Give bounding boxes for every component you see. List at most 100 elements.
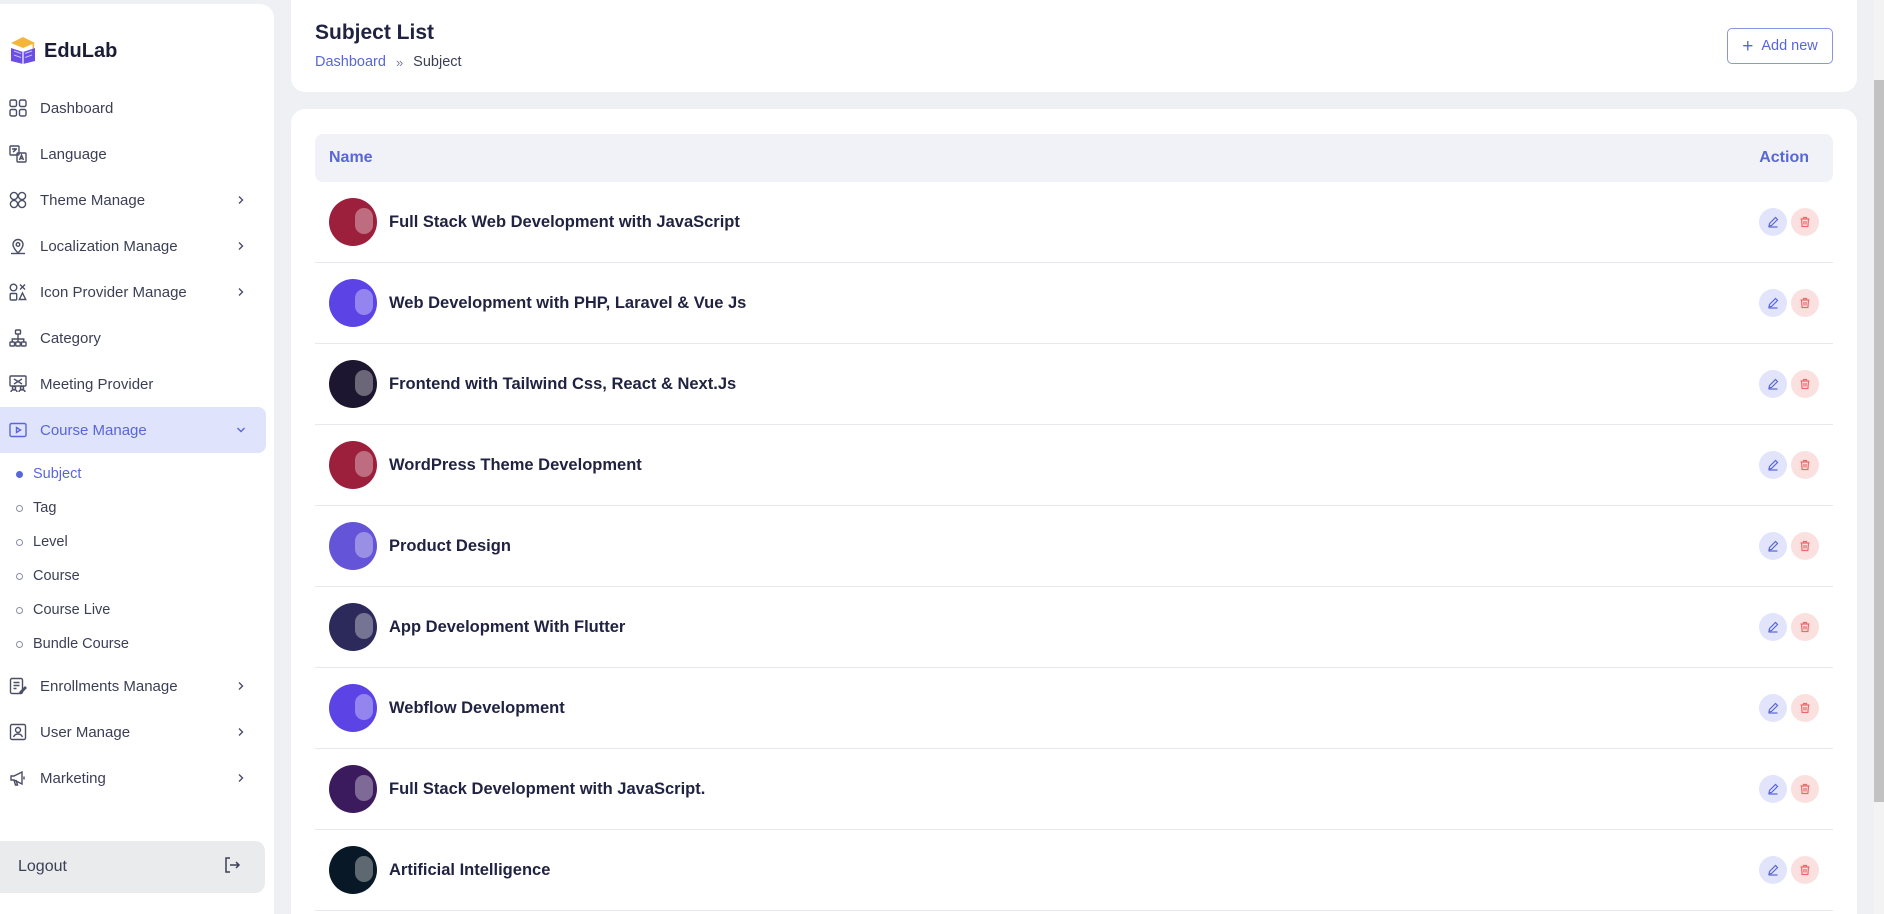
- delete-button[interactable]: [1791, 532, 1819, 560]
- submenu-item-level[interactable]: Level: [0, 525, 266, 559]
- app-logo[interactable]: EduLab: [8, 34, 117, 68]
- graduation-cap-book-icon: [8, 34, 38, 69]
- icon-provider-icon: [8, 282, 28, 302]
- trash-icon: [1800, 459, 1810, 471]
- sidebar-item-course-manage[interactable]: Course Manage: [0, 407, 266, 453]
- chevron-right-icon: [234, 239, 248, 253]
- row-actions: [1759, 694, 1819, 722]
- trash-icon: [1800, 216, 1810, 228]
- sidebar-item-label: User Manage: [40, 723, 131, 741]
- enrollments-icon: [8, 676, 28, 696]
- add-new-button[interactable]: + Add new: [1727, 28, 1833, 64]
- bullet-icon: [16, 504, 23, 512]
- course-icon: [8, 420, 28, 440]
- sidebar-item-user-manage[interactable]: User Manage: [0, 709, 266, 755]
- page-title: Subject List: [315, 21, 435, 44]
- subject-thumbnail: [329, 279, 377, 327]
- breadcrumb-dashboard-link[interactable]: Dashboard: [315, 54, 386, 70]
- delete-button[interactable]: [1791, 289, 1819, 317]
- chevron-right-icon: [234, 771, 248, 785]
- submenu-item-label: Bundle Course: [33, 636, 129, 652]
- delete-button[interactable]: [1791, 775, 1819, 803]
- scrollbar-thumb[interactable]: [1874, 80, 1884, 802]
- edit-button[interactable]: [1759, 208, 1787, 236]
- sidebar-item-localization-manage[interactable]: Localization Manage: [0, 223, 266, 269]
- pencil-icon: [1768, 459, 1779, 471]
- row-actions: [1759, 289, 1819, 317]
- sidebar-item-marketing[interactable]: Marketing: [0, 755, 266, 801]
- table-row: Full Stack Development with JavaScript.: [315, 749, 1833, 830]
- table-row: App Development With Flutter: [315, 587, 1833, 668]
- sidebar-item-dashboard[interactable]: Dashboard: [0, 85, 266, 131]
- trash-icon: [1800, 783, 1810, 795]
- delete-button[interactable]: [1791, 208, 1819, 236]
- user-icon: [8, 722, 28, 742]
- sidebar-item-label: Language: [40, 145, 107, 163]
- language-icon: [8, 144, 28, 164]
- subject-name: App Development With Flutter: [389, 617, 626, 636]
- row-actions: [1759, 775, 1819, 803]
- breadcrumb-separator: »: [395, 54, 404, 70]
- sidebar-item-meeting-provider[interactable]: Meeting Provider: [0, 361, 266, 407]
- trash-icon: [1800, 621, 1810, 633]
- delete-button[interactable]: [1791, 451, 1819, 479]
- sidebar-item-label: Enrollments Manage: [40, 677, 178, 695]
- page-header: Subject List Dashboard » Subject + Add n…: [291, 0, 1857, 92]
- subject-thumbnail: [329, 522, 377, 570]
- edit-button[interactable]: [1759, 451, 1787, 479]
- submenu-item-subject[interactable]: Subject: [0, 457, 266, 491]
- breadcrumb-current: Subject: [413, 54, 462, 70]
- subject-name: Artificial Intelligence: [389, 860, 551, 879]
- submenu-item-course[interactable]: Course: [0, 559, 266, 593]
- trash-icon: [1800, 540, 1810, 552]
- course-manage-submenu: Subject Tag Level Course Course Live Bun…: [0, 453, 266, 661]
- edit-button[interactable]: [1759, 775, 1787, 803]
- bullet-icon: [16, 640, 23, 648]
- subject-name: WordPress Theme Development: [389, 455, 642, 474]
- pencil-icon: [1768, 378, 1779, 390]
- subject-thumbnail: [329, 360, 377, 408]
- edit-button[interactable]: [1759, 856, 1787, 884]
- sidebar-item-language[interactable]: Language: [0, 131, 266, 177]
- delete-button[interactable]: [1791, 370, 1819, 398]
- logout-button[interactable]: Logout: [0, 841, 265, 893]
- delete-button[interactable]: [1791, 856, 1819, 884]
- edit-button[interactable]: [1759, 370, 1787, 398]
- sidebar-item-label: Dashboard: [40, 99, 114, 117]
- sidebar-item-category[interactable]: Category: [0, 315, 266, 361]
- sidebar-nav: Dashboard Language Theme Manage Localiza…: [0, 85, 266, 801]
- submenu-item-label: Course Live: [33, 602, 111, 618]
- sidebar-item-label: Meeting Provider: [40, 375, 154, 393]
- plus-icon: +: [1742, 35, 1754, 57]
- submenu-item-tag[interactable]: Tag: [0, 491, 266, 525]
- submenu-item-bundle-course[interactable]: Bundle Course: [0, 627, 266, 661]
- edit-button[interactable]: [1759, 694, 1787, 722]
- row-actions: [1759, 532, 1819, 560]
- sidebar-item-icon-provider-manage[interactable]: Icon Provider Manage: [0, 269, 266, 315]
- delete-button[interactable]: [1791, 613, 1819, 641]
- sidebar-item-theme-manage[interactable]: Theme Manage: [0, 177, 266, 223]
- subject-thumbnail: [329, 684, 377, 732]
- sidebar-item-label: Marketing: [40, 769, 106, 787]
- edit-button[interactable]: [1759, 613, 1787, 641]
- theme-icon: [8, 190, 28, 210]
- pencil-icon: [1768, 540, 1779, 552]
- bullet-icon: [16, 606, 23, 614]
- subject-list-card: Name Action Full Stack Web Development w…: [291, 109, 1857, 914]
- submenu-item-label: Level: [33, 534, 68, 550]
- delete-button[interactable]: [1791, 694, 1819, 722]
- submenu-item-label: Subject: [33, 466, 82, 482]
- edit-button[interactable]: [1759, 532, 1787, 560]
- submenu-item-course-live[interactable]: Course Live: [0, 593, 266, 627]
- bullet-icon: [16, 470, 23, 478]
- row-actions: [1759, 370, 1819, 398]
- subject-thumbnail: [329, 198, 377, 246]
- edit-button[interactable]: [1759, 289, 1787, 317]
- sidebar-item-enrollments-manage[interactable]: Enrollments Manage: [0, 663, 266, 709]
- pencil-icon: [1768, 297, 1779, 309]
- sidebar-item-label: Course Manage: [40, 421, 147, 439]
- sidebar-item-label: Localization Manage: [40, 237, 178, 255]
- row-actions: [1759, 208, 1819, 236]
- subject-name: Web Development with PHP, Laravel & Vue …: [389, 293, 747, 312]
- subject-name: Full Stack Web Development with JavaScri…: [389, 212, 740, 231]
